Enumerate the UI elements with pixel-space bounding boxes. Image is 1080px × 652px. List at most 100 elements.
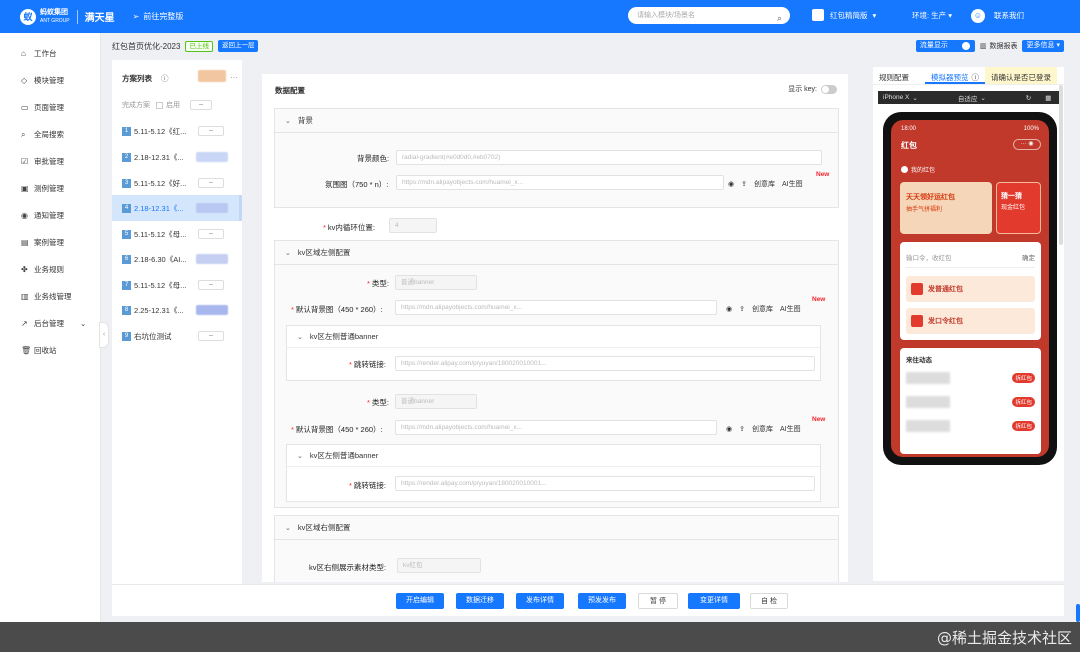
tab-login-check[interactable]: 请确认是否已登录 — [985, 67, 1057, 84]
data-migration-button[interactable]: 数据迁移 — [456, 593, 504, 609]
sidebar-item-approvals[interactable]: ☑ 审批管理 — [0, 148, 100, 175]
sidebar-item-global-search[interactable]: ⌕ 全局搜索 — [0, 121, 100, 148]
upload-icon[interactable]: ⇪ — [741, 180, 747, 188]
more-icon[interactable]: ··· — [230, 73, 238, 82]
bg-color-input[interactable]: radial-gradient(#e0d0d0,#eb0702) — [396, 150, 822, 165]
sidebar-item-workbench[interactable]: ⌂ 工作台 — [0, 40, 100, 67]
ai-generate-button[interactable]: AI生图 — [782, 179, 803, 189]
change-detail-button[interactable]: 变更详情 — [688, 593, 740, 609]
kv-loop-position-input[interactable]: 4 — [389, 218, 437, 233]
feed-item[interactable]: 拆红包 — [906, 368, 1035, 388]
type-select[interactable]: 普通banner — [395, 275, 477, 290]
plan-item-selected[interactable]: 4 2.18-12.31《... — [112, 195, 242, 221]
default-bg-image-input[interactable]: https://mdn.alipayobjects.com/huamei_x..… — [395, 420, 717, 435]
creative-library-button[interactable]: 创意库 — [754, 179, 775, 189]
preview-scrollbar[interactable] — [1059, 85, 1063, 245]
pause-button[interactable]: 暂 停 — [638, 593, 678, 609]
confirm-button[interactable]: 确定 — [1022, 252, 1035, 267]
send-normal-redpack-button[interactable]: 发普通红包 — [906, 276, 1035, 302]
feed-item[interactable]: 拆红包 — [906, 392, 1035, 412]
search-input[interactable]: 请输入模块/场景名 ⌕ — [628, 7, 790, 24]
flow-display-toggle[interactable]: 流量显示 — [915, 40, 975, 52]
jump-link-input[interactable]: https://render.alipay.com/p/yuyan/180020… — [395, 356, 815, 371]
device-select[interactable]: iPhone X — [883, 94, 909, 101]
environment-selector[interactable]: 环境: 生产 ▾ — [912, 10, 952, 21]
chevron-down-icon: ⌄ — [980, 94, 986, 102]
collapse-header[interactable]: ⌄ kv区左侧普通banner — [287, 326, 820, 348]
redpack-card: 输口令，收红包 确定 发普通红包 发口令红包 — [900, 242, 1041, 340]
promo-banner-main[interactable]: 天天领好运红包 抽手气拼福利 — [900, 182, 992, 234]
back-button[interactable]: 返回上一层 — [217, 40, 259, 52]
password-input[interactable]: 输口令，收红包 — [906, 252, 952, 267]
plan-item[interactable]: 3 5.11-5.12《好... -- — [112, 170, 242, 196]
publish-detail-button[interactable]: 发布详情 — [516, 593, 564, 609]
sidebar-item-modules[interactable]: ◇ 模块管理 — [0, 67, 100, 94]
my-redpack-link[interactable]: 我的红包 — [901, 164, 951, 174]
mini-app-capsule[interactable]: ··· ◉ — [1013, 139, 1041, 150]
type-select[interactable]: 普通banner — [395, 394, 477, 409]
send-password-redpack-button[interactable]: 发口令红包 — [906, 308, 1035, 334]
enable-edit-button[interactable]: 开启编辑 — [396, 593, 444, 609]
blurred-selector[interactable] — [198, 70, 226, 82]
collapse-header[interactable]: ⌄ kv区域左侧配置 — [275, 241, 838, 265]
plan-item[interactable]: 9 右坑位测试 -- — [112, 323, 242, 349]
contact-us-link[interactable]: 联系我们 — [994, 10, 1024, 21]
adapt-select[interactable]: 自适应 — [958, 93, 978, 103]
jump-link-input[interactable]: https://render.alipay.com/p/yuyan/180020… — [395, 476, 815, 491]
sidebar-item-business-lines[interactable]: ▥ 业务线管理 — [0, 283, 100, 310]
eye-icon[interactable]: ◉ — [726, 425, 732, 433]
promo-banner-side[interactable]: 猜一猜 现金红包 — [996, 182, 1041, 234]
tab-simulator-preview[interactable]: 模拟器预览 ⓘ — [925, 67, 985, 84]
atmosphere-image-input[interactable]: https://mdn.alipayobjects.com/huamei_x..… — [396, 175, 724, 190]
creative-library-button[interactable]: 创意库 — [752, 424, 773, 434]
grid-icon[interactable]: ▦ — [1045, 94, 1051, 102]
collapse-header[interactable]: ⌄ kv区域右侧配置 — [275, 516, 838, 540]
self-check-button[interactable]: 自 检 — [750, 593, 788, 609]
collapse-header[interactable]: ⌄ 背景 — [275, 109, 838, 133]
sidebar-item-notifications[interactable]: ◉ 通知管理 — [0, 202, 100, 229]
more-info-button[interactable]: 更多信息 ▾ — [1022, 40, 1064, 52]
plan-item[interactable]: 8 2.25-12.31《... — [112, 297, 242, 323]
creative-library-button[interactable]: 创意库 — [752, 304, 773, 314]
eye-icon[interactable]: ◉ — [726, 305, 732, 313]
ant-group-logo[interactable]: 蚁 蚂蚁集团 ANT GROUP 满天星 — [20, 8, 115, 25]
sidebar-item-cases[interactable]: ▤ 案例管理 — [0, 229, 100, 256]
pre-publish-button[interactable]: 预发发布 — [578, 593, 626, 609]
business-selector[interactable]: 红包精简版 ▾ — [812, 9, 876, 21]
toggle-switch[interactable] — [950, 41, 971, 51]
chevron-down-icon: ⌄ — [912, 94, 918, 102]
default-bg-image-input[interactable]: https://mdn.alipayobjects.com/huamei_x..… — [395, 300, 717, 315]
floating-tab[interactable] — [1076, 604, 1080, 622]
search-icon[interactable]: ⌕ — [777, 10, 782, 27]
plan-item[interactable]: 2 2.18-12.31《... — [112, 144, 242, 170]
upload-icon[interactable]: ⇪ — [739, 425, 745, 433]
sidebar-collapse-handle[interactable]: ‹ — [99, 322, 109, 348]
upload-icon[interactable]: ⇪ — [739, 305, 745, 313]
report-button[interactable]: ▥ 数据报表 — [980, 41, 1018, 51]
ai-generate-button[interactable]: AI生图 — [780, 424, 801, 434]
avatar[interactable]: ☺ — [971, 9, 985, 23]
help-icon[interactable]: ⓘ — [161, 73, 169, 84]
eye-icon[interactable]: ◉ — [728, 180, 734, 188]
collapse-header[interactable]: ⌄ kv区左侧普通banner — [287, 445, 820, 467]
sidebar-item-test-cases[interactable]: ▣ 测例管理 — [0, 175, 100, 202]
sidebar-item-business-rules[interactable]: ✤ 业务规则 — [0, 256, 100, 283]
tab-rules-config[interactable]: 规则配置 — [873, 67, 915, 84]
feed-item[interactable]: 拆红包 — [906, 416, 1035, 436]
sidebar-item-admin[interactable]: ↗ 后台管理 ⌄ — [0, 310, 100, 337]
plan-item[interactable]: 5 5.11-5.12《母... -- — [112, 221, 242, 247]
enable-checkbox[interactable] — [156, 101, 163, 109]
plan-item[interactable]: 6 2.18-6.30《AI... — [112, 246, 242, 272]
sidebar-item-recycle-bin[interactable]: 🗑 回收站 — [0, 337, 100, 364]
filter-select[interactable]: -- — [190, 100, 212, 110]
toggle-switch[interactable] — [821, 84, 837, 94]
new-badge: New — [816, 171, 830, 178]
plan-item[interactable]: 7 5.11-5.12《母... -- — [112, 272, 242, 298]
plan-item[interactable]: 1 5.11-5.12《红... -- — [112, 118, 242, 144]
sidebar-item-pages[interactable]: ▭ 页面管理 — [0, 94, 100, 121]
refresh-icon[interactable]: ↻ — [1026, 94, 1031, 102]
show-key-toggle[interactable]: 显示 key: — [788, 84, 837, 94]
right-material-type-select[interactable]: kv红包 — [397, 558, 481, 573]
ai-generate-button[interactable]: AI生图 — [780, 304, 801, 314]
goto-full-version-link[interactable]: ➢ 前往完整版 — [133, 11, 184, 22]
